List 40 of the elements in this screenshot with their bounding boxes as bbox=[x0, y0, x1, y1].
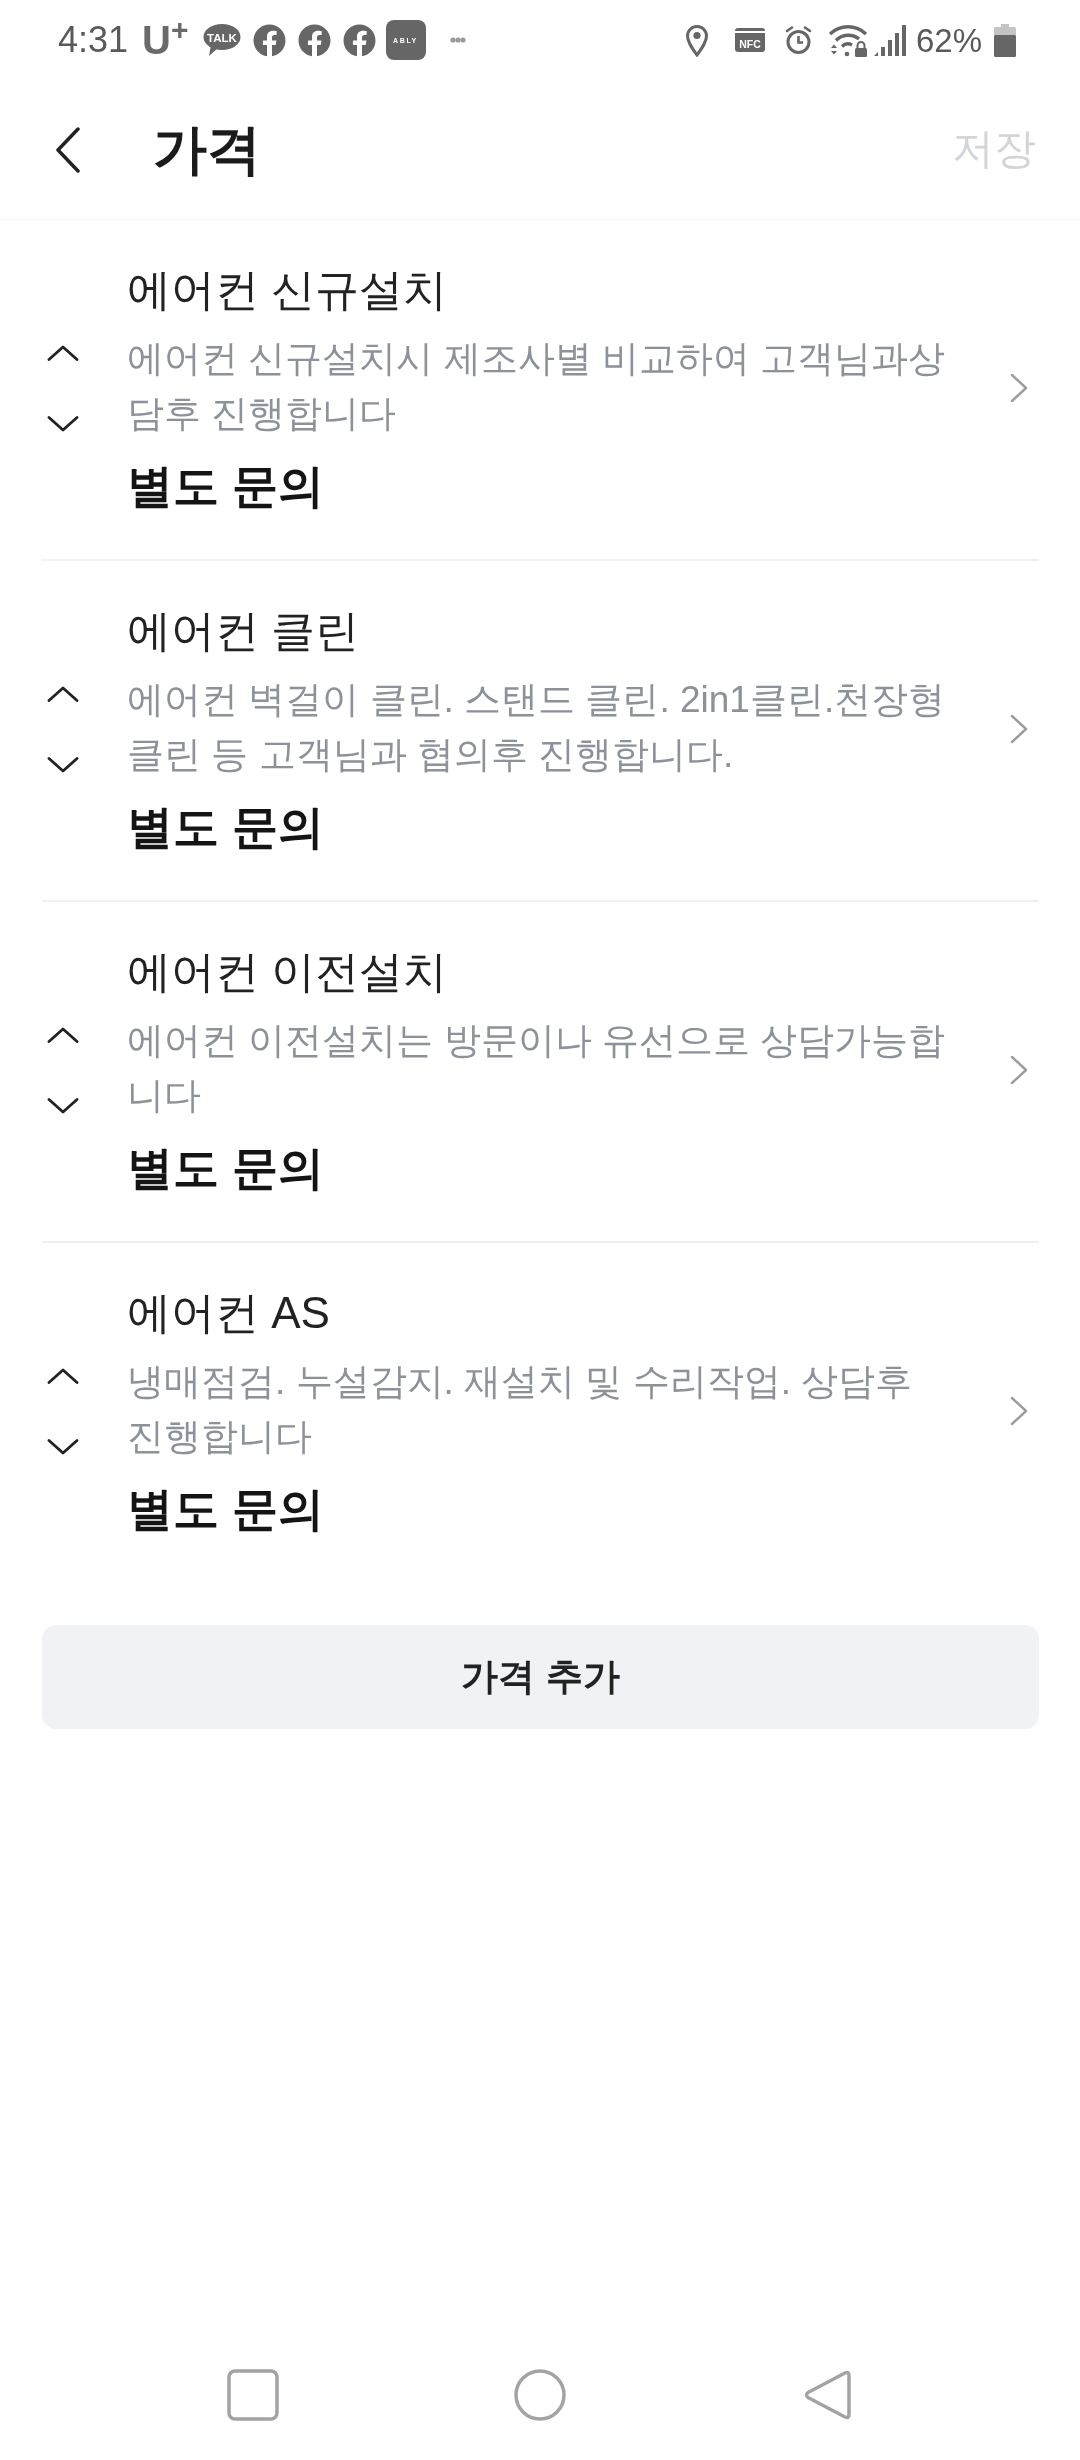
wifi-lock-icon bbox=[827, 23, 868, 57]
facebook-icon bbox=[252, 23, 286, 57]
chevron-right-icon[interactable] bbox=[1010, 1396, 1028, 1426]
add-price-button[interactable]: 가격 추가 bbox=[42, 1625, 1039, 1729]
location-pin-icon bbox=[684, 23, 709, 57]
chevron-down-icon[interactable] bbox=[47, 756, 79, 773]
service-title: 에어컨 신규설치 bbox=[127, 264, 449, 316]
service-title: 에어컨 클린 bbox=[127, 605, 361, 657]
chevron-right-icon[interactable] bbox=[1010, 714, 1028, 744]
service-description: 에어컨 신규설치시 제조사별 비교하여 고객님과상담후 진행합니다 bbox=[127, 337, 947, 436]
alarm-clock-icon bbox=[784, 25, 812, 55]
service-description: 에어컨 벽걸이 클린. 스탠드 클린. 2in1클린.천장형 클린 등 고객님과 협의후 진행합니다. bbox=[127, 678, 947, 777]
facebook-icon bbox=[342, 23, 376, 57]
service-title: 에어컨 AS bbox=[127, 1287, 331, 1339]
service-price: 별도 문의 bbox=[127, 1482, 325, 1537]
page-title: 가격 bbox=[153, 118, 262, 182]
back-button[interactable] bbox=[55, 126, 81, 173]
nfc-icon: NFC bbox=[734, 28, 765, 52]
chevron-up-icon[interactable] bbox=[47, 344, 79, 361]
chevron-down-icon[interactable] bbox=[47, 1438, 79, 1455]
service-description: 냉매점검. 누설감지. 재설치 및 수리작업. 상담후 진행합니다 bbox=[127, 1360, 914, 1459]
more-notifications-icon bbox=[449, 37, 466, 43]
signal-bars-icon bbox=[873, 24, 906, 56]
chevron-right-icon[interactable] bbox=[1010, 1055, 1028, 1085]
battery-percent: 62% bbox=[915, 23, 982, 57]
facebook-icon bbox=[297, 23, 331, 57]
service-price: 별도 문의 bbox=[127, 1141, 325, 1196]
chevron-up-icon[interactable] bbox=[47, 1026, 79, 1043]
service-description: 에어컨 이전설치는 방문이나 유선으로 상담가능합니다 bbox=[127, 1019, 947, 1118]
carrier-label: U$^{+}$ bbox=[142, 20, 189, 60]
service-title: 에어컨 이전설치 bbox=[127, 946, 449, 998]
chevron-up-icon[interactable] bbox=[47, 1367, 79, 1384]
battery-icon bbox=[994, 23, 1016, 57]
chevron-right-icon[interactable] bbox=[1010, 373, 1028, 403]
chevron-up-icon[interactable] bbox=[47, 685, 79, 702]
service-price: 별도 문의 bbox=[127, 459, 325, 514]
chevron-down-icon[interactable] bbox=[47, 415, 79, 432]
chevron-down-icon[interactable] bbox=[47, 1097, 79, 1114]
service-price: 별도 문의 bbox=[127, 800, 325, 855]
status-time: 4:31 bbox=[58, 22, 129, 58]
